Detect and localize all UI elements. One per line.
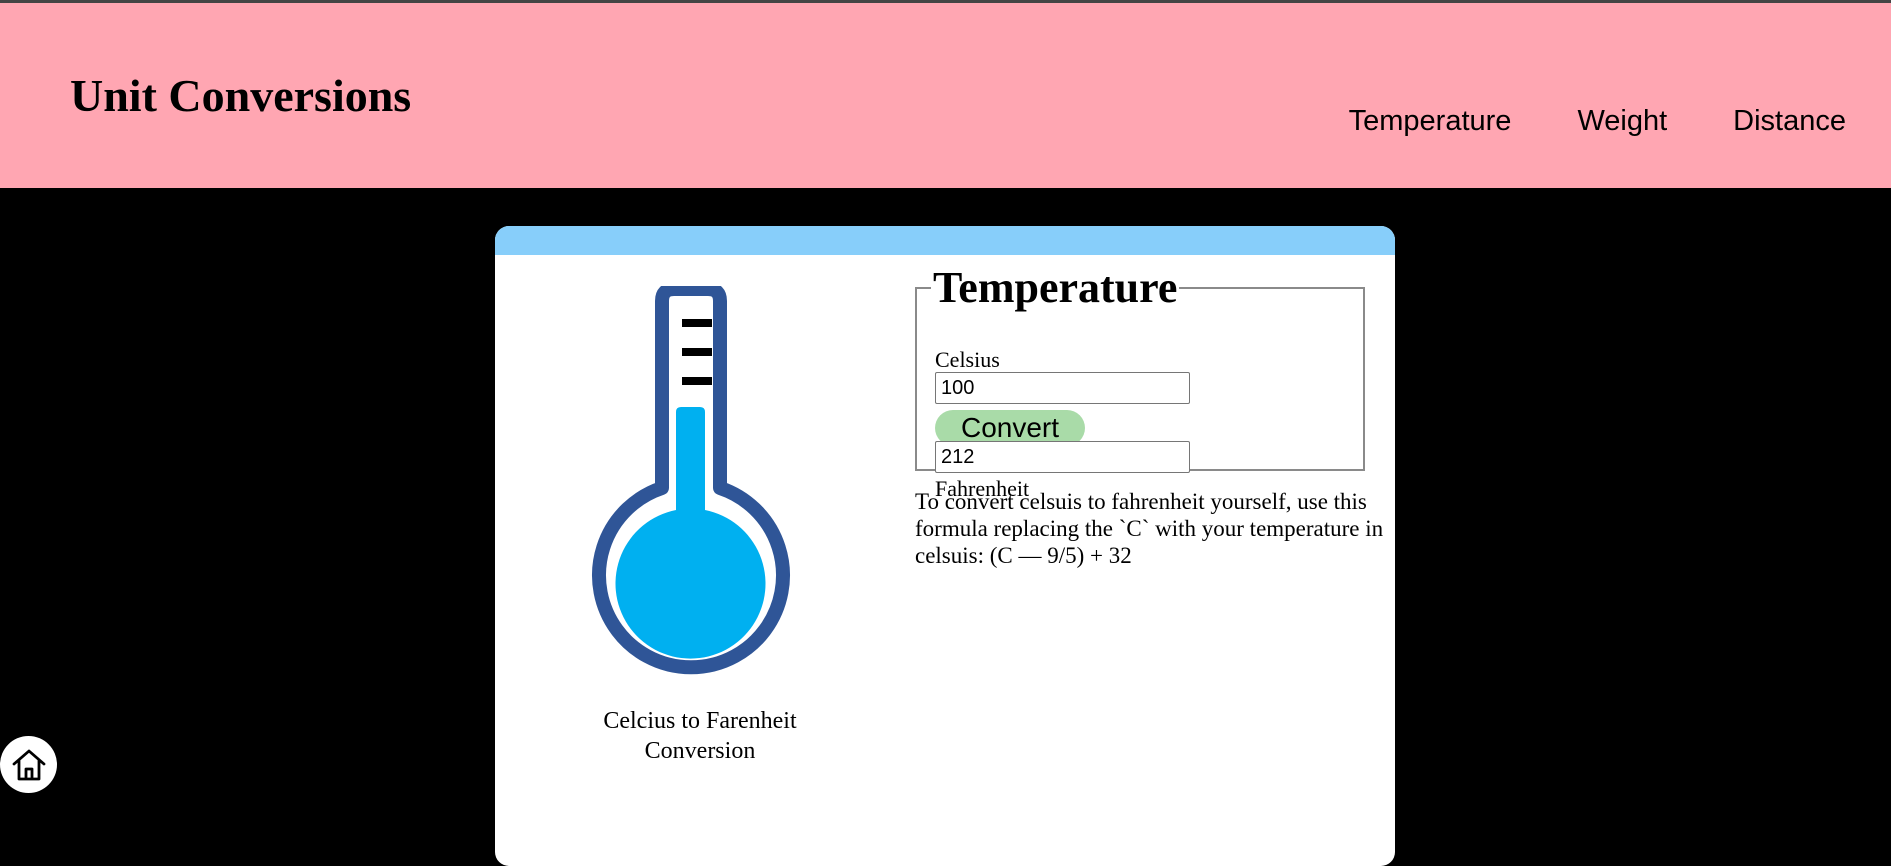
nav-link-distance[interactable]: Distance bbox=[1733, 107, 1846, 136]
thermometer-icon bbox=[592, 286, 790, 675]
home-icon bbox=[12, 749, 45, 780]
nav-link-weight[interactable]: Weight bbox=[1577, 107, 1667, 136]
home-button[interactable] bbox=[0, 736, 57, 793]
site-header: Unit Conversions Temperature Weight Dist… bbox=[0, 3, 1891, 188]
caption-line-1: Celcius to Farenheit bbox=[603, 708, 797, 734]
temperature-fieldset: Temperature Celsius Convert Fahrenheit bbox=[915, 263, 1365, 500]
nav-link-temperature[interactable]: Temperature bbox=[1349, 107, 1512, 136]
fieldset-legend: Temperature bbox=[933, 263, 1178, 312]
site-title: Unit Conversions bbox=[70, 70, 412, 121]
celsius-label: Celsius bbox=[935, 347, 1000, 372]
card-top-bar bbox=[495, 226, 1395, 255]
illustration-caption: Celcius to Farenheit Conversion bbox=[575, 706, 825, 766]
converter-card: Celcius to Farenheit Conversion Temperat… bbox=[495, 226, 1395, 866]
formula-text: To convert celsuis to fahrenheit yoursel… bbox=[915, 489, 1384, 568]
main-nav: Temperature Weight Distance bbox=[1349, 107, 1846, 136]
celsius-input[interactable] bbox=[935, 372, 1190, 404]
caption-line-2: Conversion bbox=[644, 738, 756, 764]
fahrenheit-output[interactable] bbox=[935, 441, 1190, 473]
thermometer-liquid bbox=[615, 407, 766, 659]
